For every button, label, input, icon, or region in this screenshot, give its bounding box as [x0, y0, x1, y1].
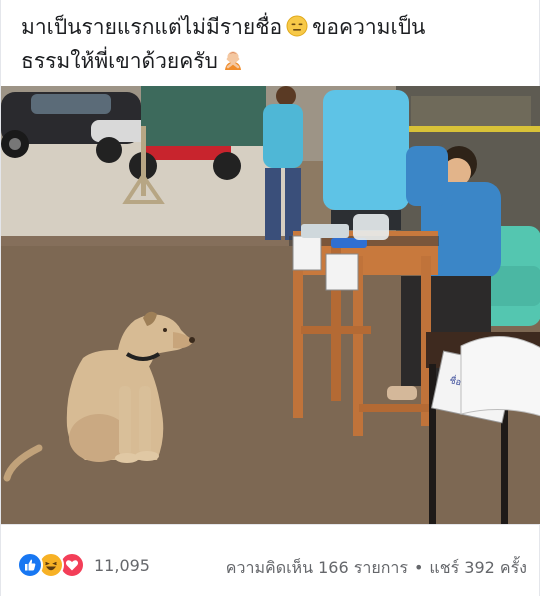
stats-separator: • [413, 558, 424, 577]
like-icon [17, 552, 43, 578]
photo-scene: ชื่อ [1, 86, 540, 524]
shares-count-link[interactable]: แชร์ 392 ครั้ง [429, 558, 527, 577]
caption-line1: มาเป็นรายแรกแต่ไม่มีรายชื่อ [21, 15, 283, 39]
expressionless-face-emoji [286, 13, 308, 37]
post-footer: 11,095 ความคิดเห็น 166 รายการ • แชร์ 392 ค… [1, 524, 540, 596]
reactions-summary[interactable]: 11,095 [17, 552, 150, 578]
caption-line2: ธรรมให้พี่เขาด้วยครับ [21, 49, 218, 73]
post-stats: ความคิดเห็น 166 รายการ • แชร์ 392 ครั้ง [226, 556, 527, 581]
standing-man [323, 90, 409, 230]
reaction-count: 11,095 [94, 555, 150, 575]
caption-line1-cont: ขอความเป็น [312, 15, 426, 39]
facebook-post: มาเป็นรายแรกแต่ไม่มีรายชื่อ ขอความเป็น ธร… [0, 0, 540, 596]
post-caption: มาเป็นรายแรกแต่ไม่มีรายชื่อ ขอความเป็น ธร… [21, 10, 521, 78]
post-photo[interactable]: ชื่อ [1, 86, 540, 524]
person-gesturing-no-emoji [222, 47, 244, 70]
comments-count-link[interactable]: ความคิดเห็น 166 รายการ [226, 558, 408, 577]
